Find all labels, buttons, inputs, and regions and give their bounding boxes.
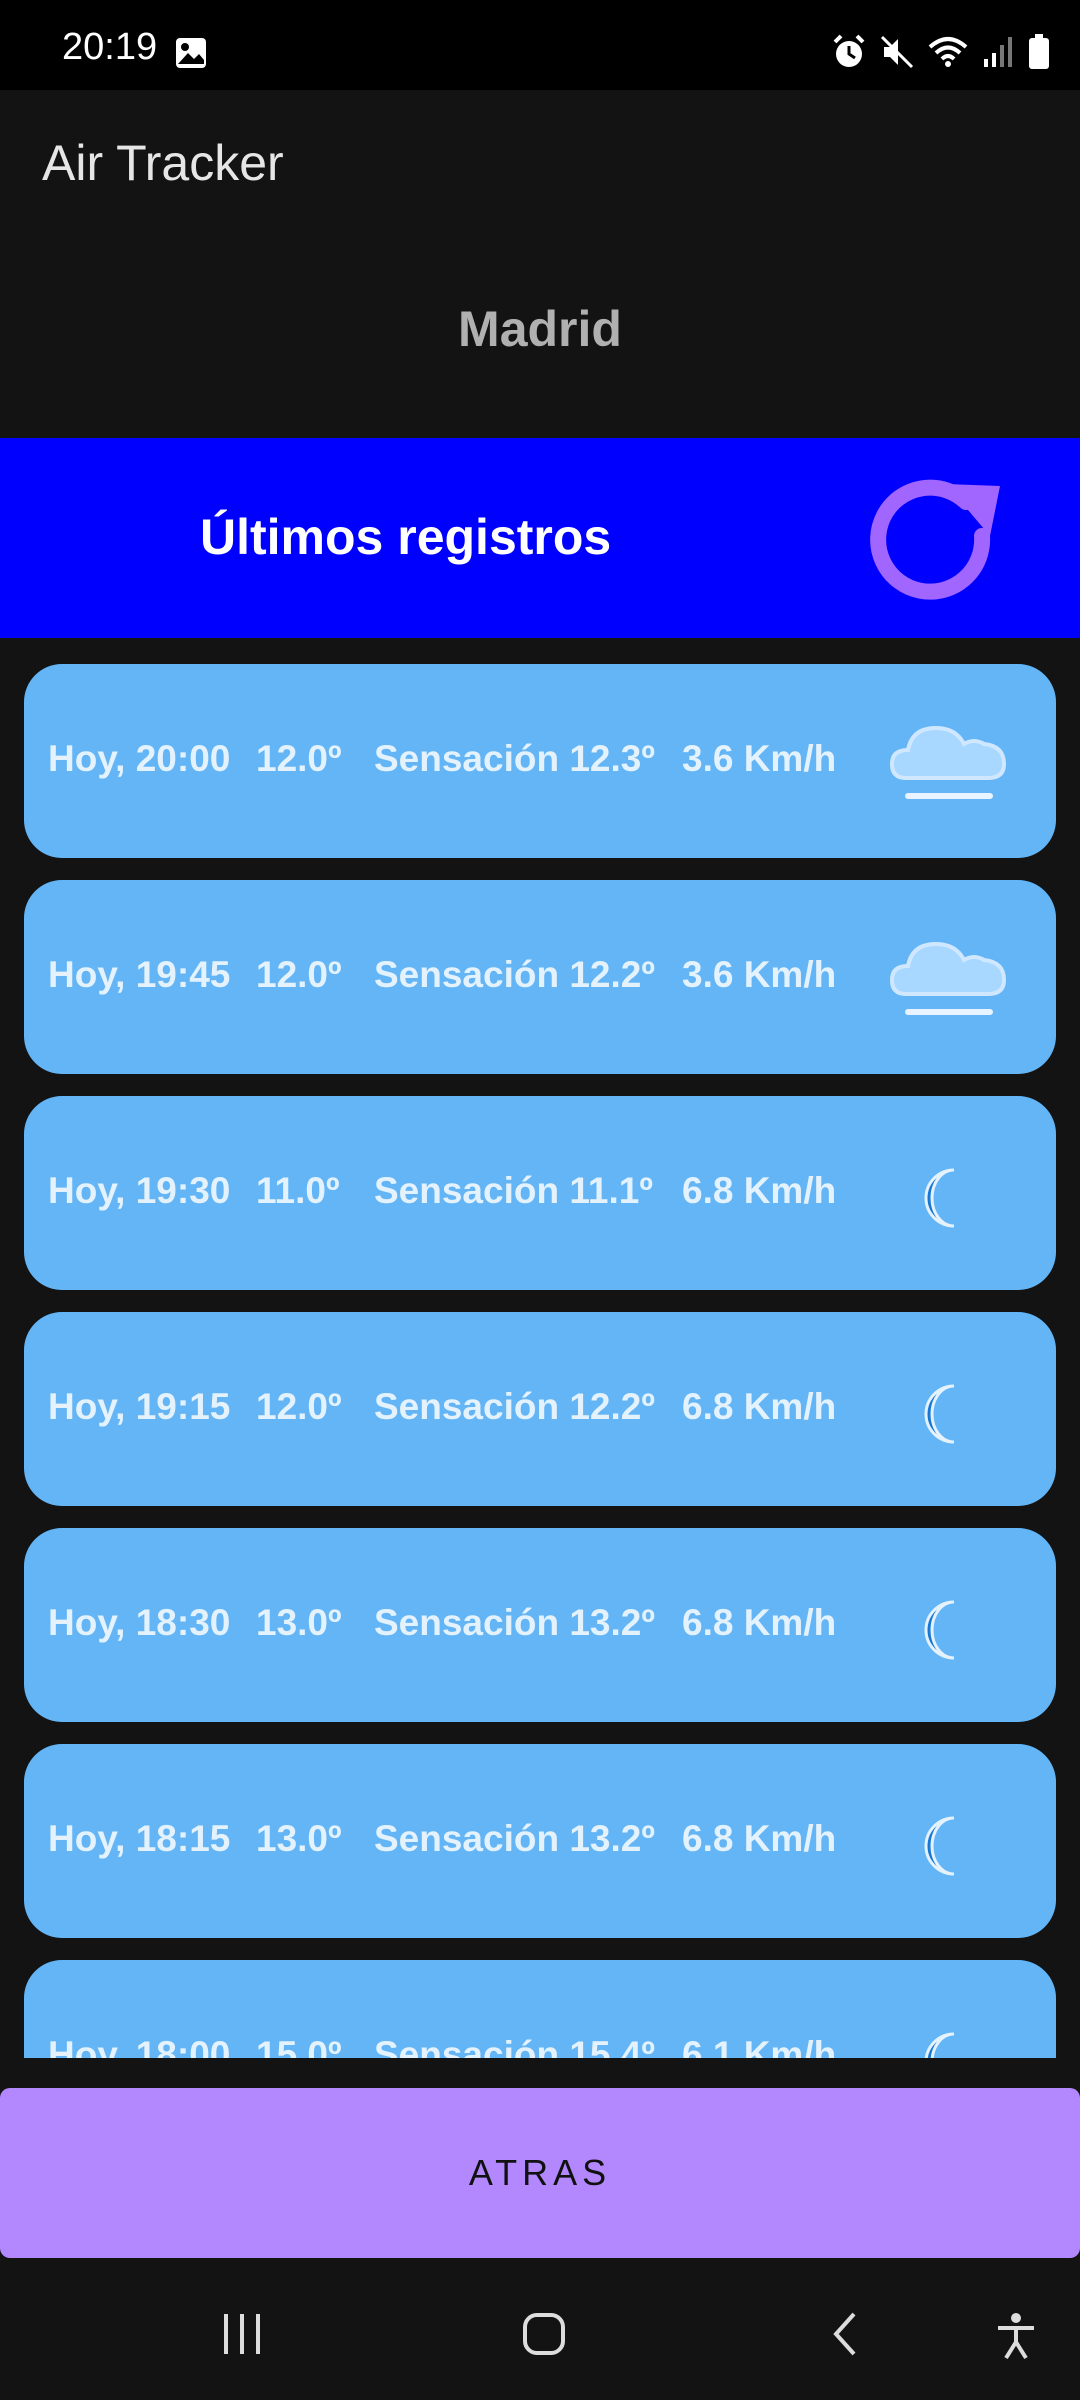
moon-icon <box>924 1600 955 1660</box>
record-wind: 6.8 Km/h <box>682 1170 837 1211</box>
record-time: Hoy, 19:45 <box>48 954 231 995</box>
record-wind: 6.8 Km/h <box>682 1818 837 1859</box>
record-time: Hoy, 20:00 <box>48 738 231 779</box>
records-header: Últimos registros <box>0 438 1080 638</box>
cloud-icon <box>889 725 1007 799</box>
record-temp: 15.0º <box>256 2034 342 2058</box>
record-feels: Sensación 12.2º <box>374 954 655 995</box>
cloud-icon <box>889 941 1007 1015</box>
record-wind: 6.8 Km/h <box>682 1602 837 1643</box>
status-bar: 20:19 <box>0 0 1080 90</box>
app-bar: Air Tracker <box>0 90 1080 240</box>
alarm-icon <box>832 34 866 75</box>
records-header-label: Últimos registros <box>200 509 612 565</box>
record-wind: 3.6 Km/h <box>682 738 837 779</box>
record-row[interactable]: Hoy, 18:15 13.0º Sensación 13.2º 6.8 Km/… <box>24 1744 1056 1938</box>
moon-icon <box>924 1816 955 1876</box>
record-feels: Sensación 13.2º <box>374 1818 655 1859</box>
record-time: Hoy, 19:15 <box>48 1386 231 1427</box>
record-wind: 6.8 Km/h <box>682 1386 837 1427</box>
record-row[interactable]: Hoy, 19:30 11.0º Sensación 11.1º 6.8 Km/… <box>24 1096 1056 1290</box>
wifi-icon <box>928 35 968 74</box>
refresh-icon <box>870 479 1000 600</box>
record-temp: 12.0º <box>256 954 342 995</box>
mute-icon <box>880 35 914 74</box>
moon-icon <box>924 1384 955 1444</box>
recents-icon[interactable] <box>222 2312 262 2361</box>
record-temp: 13.0º <box>256 1602 342 1643</box>
record-row[interactable]: Hoy, 18:00 15.0º Sensación 15.4º 6.1 Km/… <box>24 1960 1056 2058</box>
record-feels: Sensación 12.3º <box>374 738 655 779</box>
record-feels: Sensación 15.4º <box>374 2034 655 2058</box>
system-nav-bar <box>0 2272 1080 2400</box>
record-row[interactable]: Hoy, 19:15 12.0º Sensación 12.2º 6.8 Km/… <box>24 1312 1056 1506</box>
record-temp: 12.0º <box>256 738 342 779</box>
record-temp: 12.0º <box>256 1386 342 1427</box>
back-button[interactable]: ATRAS <box>0 2088 1080 2258</box>
record-time: Hoy, 18:30 <box>48 1602 231 1643</box>
city-title: Madrid <box>458 301 622 357</box>
battery-icon <box>1028 34 1050 75</box>
records-list[interactable]: Hoy, 20:00 12.0º Sensación 12.3º 3.6 Km/… <box>0 660 1080 2058</box>
record-wind: 6.1 Km/h <box>682 2034 837 2058</box>
signal-icon <box>982 35 1014 74</box>
record-time: Hoy, 18:00 <box>48 2034 231 2058</box>
record-temp: 11.0º <box>256 1170 340 1211</box>
record-feels: Sensación 13.2º <box>374 1602 655 1643</box>
record-row[interactable]: Hoy, 18:30 13.0º Sensación 13.2º 6.8 Km/… <box>24 1528 1056 1722</box>
app-title: Air Tracker <box>42 135 284 191</box>
status-time: 20:19 <box>62 26 158 68</box>
refresh-button[interactable] <box>850 476 1020 606</box>
record-feels: Sensación 11.1º <box>374 1170 653 1211</box>
home-icon[interactable] <box>522 2312 566 2361</box>
gallery-icon <box>174 36 208 75</box>
accessibility-icon[interactable] <box>996 2312 1036 2365</box>
record-row[interactable]: Hoy, 20:00 12.0º Sensación 12.3º 3.6 Km/… <box>24 664 1056 858</box>
record-feels: Sensación 12.2º <box>374 1386 655 1427</box>
record-wind: 3.6 Km/h <box>682 954 837 995</box>
status-icons <box>832 34 1050 75</box>
moon-icon <box>924 1168 955 1228</box>
record-row[interactable]: Hoy, 19:45 12.0º Sensación 12.2º 3.6 Km/… <box>24 880 1056 1074</box>
back-icon[interactable] <box>830 2312 860 2361</box>
moon-icon <box>924 2032 955 2058</box>
record-time: Hoy, 19:30 <box>48 1170 231 1211</box>
record-time: Hoy, 18:15 <box>48 1818 231 1859</box>
record-temp: 13.0º <box>256 1818 342 1859</box>
